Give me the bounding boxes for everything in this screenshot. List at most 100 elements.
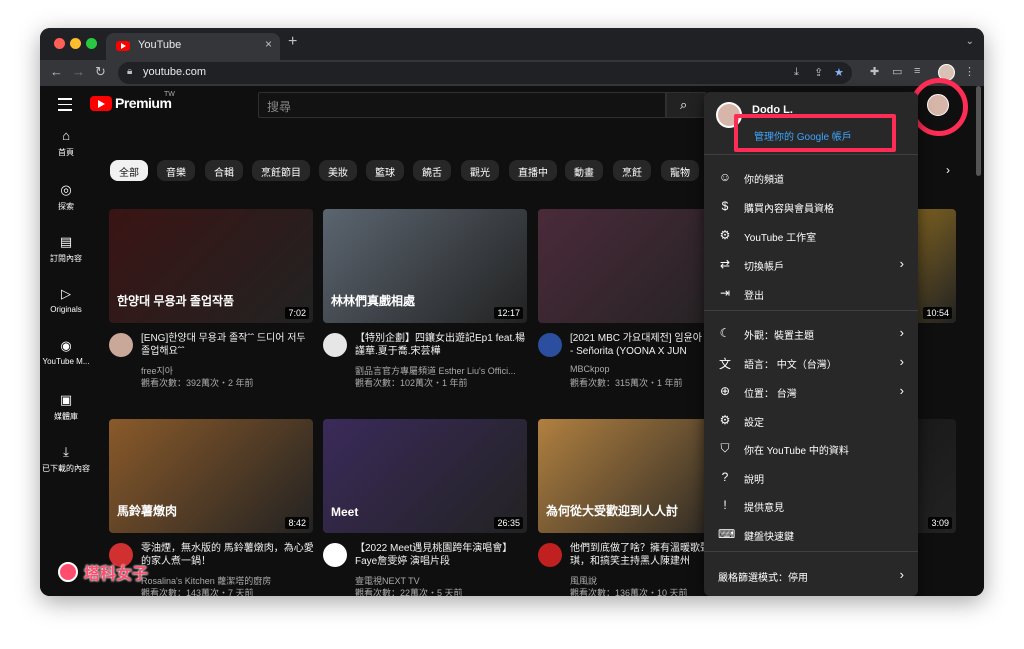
sidebar-item-label: YouTube M... [42, 357, 90, 366]
menu-item[interactable]: ⚙ 設定 [704, 407, 918, 435]
channel-avatar[interactable] [538, 333, 562, 357]
video-title[interactable]: 【特別企劃】四鑲女出遊記Ep1 feat.楊謹華.夏于喬.宋芸樺 [355, 332, 529, 358]
lock-icon[interactable]: 🔒︎ [127, 66, 132, 77]
chevron-right-icon: › [899, 567, 904, 582]
new-tab-button[interactable]: + [288, 33, 297, 51]
chip[interactable]: 動畫 [565, 160, 603, 181]
watermark-logo [58, 562, 78, 582]
close-tab-icon[interactable]: × [265, 37, 272, 51]
channel-avatar[interactable] [538, 543, 562, 567]
browser-menu-icon[interactable]: ⋮ [964, 65, 975, 78]
reading-list-icon[interactable]: ≡ [914, 65, 920, 77]
back-icon[interactable]: ← [50, 64, 63, 79]
sidebar-item[interactable]: ⤓ 已下載的內容 [40, 444, 92, 474]
bookmark-star-icon[interactable]: ★ [834, 66, 844, 79]
chip[interactable]: 觀光 [461, 160, 499, 181]
menu-item[interactable]: ⛉ 你在 YouTube 中的資料 [704, 435, 918, 463]
minimize-window-button[interactable] [70, 38, 81, 49]
chip[interactable]: 籃球 [366, 160, 404, 181]
chip[interactable]: 寵物 [661, 160, 699, 181]
menu-item[interactable]: 文 語言： 中文（台灣） › [704, 349, 918, 377]
chip[interactable]: 烹飪 [613, 160, 651, 181]
menu-icon[interactable] [58, 98, 72, 115]
chevron-right-icon: › [899, 383, 904, 398]
search-icon: ⌕ [680, 97, 688, 112]
channel-avatar[interactable] [323, 543, 347, 567]
menu-item-label: 購買內容與會員資格 [744, 204, 834, 215]
switch-account-icon: ⇄ [719, 257, 731, 271]
chip[interactable]: 合輯 [205, 160, 243, 181]
chip[interactable]: 音樂 [157, 160, 195, 181]
video-thumbnail[interactable]: 한양대 무용과 졸업작품 7:02 [109, 209, 313, 323]
tab-search-button[interactable]: ⌄ [966, 36, 974, 47]
video-title[interactable]: 【2022 Meet遇見桃園跨年演唱會】Faye詹雯婷 演唱片段 [355, 542, 529, 568]
menu-item[interactable]: ⇥ 登出 [704, 280, 918, 308]
account-menu: Dodo L. 管理你的 Google 帳戶 ☺ 你的頻道 $ 購買內容與會員資格 ⚙ Y… [704, 92, 918, 596]
manage-google-account-link[interactable]: 管理你的 Google 帳戶 [754, 128, 852, 143]
chevron-right-icon: › [899, 256, 904, 271]
menu-item[interactable]: ⇄ 切換帳戶 › [704, 251, 918, 279]
region-code: TW [164, 91, 175, 98]
browser-tab[interactable]: YouTube × [106, 33, 280, 60]
menu-item[interactable]: ⊕ 位置： 台灣 › [704, 378, 918, 406]
reload-icon[interactable]: ↻ [95, 64, 106, 80]
video-title[interactable]: 零油煙，無水版的 馬鈴薯燉肉，為心愛的家人煮一鍋！ [141, 542, 315, 568]
chevron-right-icon[interactable]: › [946, 163, 950, 177]
chip[interactable]: 烹飪節目 [252, 160, 310, 181]
channel-avatar[interactable] [323, 333, 347, 357]
chip[interactable]: 美妝 [319, 160, 357, 181]
menu-item[interactable]: ! 提供意見 [704, 492, 918, 520]
extensions-icon[interactable]: ✚ [870, 65, 879, 78]
youtube-logo-icon[interactable] [90, 96, 112, 111]
menu-item-label: 位置： 台灣 [744, 389, 797, 400]
cast-icon[interactable]: ▭ [892, 65, 902, 78]
video-meta: 觀看次數：143萬次・7 天前 [141, 588, 254, 596]
video-title[interactable]: [ENG]한양대 무용과 졸작ˆˆ 드디어 저두 졸업해요ˆˆ [141, 332, 315, 358]
sidebar-item-label: 媒體庫 [54, 412, 78, 421]
thumbnail-caption: 馬鈴薯燉肉 [117, 504, 178, 518]
maximize-window-button[interactable] [86, 38, 97, 49]
chip[interactable]: 全部 [110, 160, 148, 181]
video-duration: 7:02 [285, 307, 309, 319]
scrollbar[interactable] [976, 86, 981, 176]
menu-item[interactable]: ⌨ 鍵盤快速鍵 [704, 521, 918, 549]
search-button[interactable]: ⌕ [666, 92, 706, 118]
menu-item-label: YouTube 工作室 [744, 233, 817, 244]
sidebar-item-label: Originals [50, 305, 82, 314]
video-meta: 觀看次數：102萬次・1 年前 [355, 378, 468, 388]
channel-avatar[interactable] [109, 333, 133, 357]
video-thumbnail[interactable]: Meet 26:35 [323, 419, 527, 533]
sidebar-item[interactable]: ▤ 訂閱內容 [40, 234, 92, 264]
address-bar[interactable]: 🔒︎ youtube.com ⤓ ⇪ ★ [118, 62, 852, 84]
menu-item-label: 你的頻道 [744, 175, 784, 186]
channel-name[interactable]: MBCkpop [570, 364, 610, 374]
forward-icon[interactable]: → [72, 64, 85, 79]
sidebar-item[interactable]: ◉ YouTube M... [40, 338, 92, 366]
sidebar-item[interactable]: ◎ 探索 [40, 182, 92, 212]
menu-item[interactable]: ? 說明 [704, 464, 918, 492]
chip[interactable]: 饒舌 [413, 160, 451, 181]
chip[interactable]: 直播中 [509, 160, 557, 181]
url-text[interactable]: youtube.com [143, 66, 206, 78]
logo-text[interactable]: Premium [115, 95, 172, 111]
account-avatar[interactable] [927, 94, 949, 116]
help-icon: ? [721, 470, 729, 484]
compass-icon: ◎ [60, 182, 72, 197]
share-icon[interactable]: ⇪ [814, 66, 823, 79]
menu-item[interactable]: ⚙ YouTube 工作室 [704, 222, 918, 250]
video-thumbnail[interactable]: 馬鈴薯燉肉 8:42 [109, 419, 313, 533]
menu-item[interactable]: $ 購買內容與會員資格 [704, 193, 918, 221]
menu-item-label: 你在 YouTube 中的資料 [744, 446, 849, 457]
close-window-button[interactable] [54, 38, 65, 49]
sidebar-item-label: 已下載的內容 [42, 464, 90, 473]
menu-item[interactable]: 嚴格篩選模式：停用 › [704, 562, 918, 590]
menu-item-label: 嚴格篩選模式：停用 [718, 573, 808, 584]
sidebar-item[interactable]: ⌂ 首頁 [40, 128, 92, 158]
menu-item[interactable]: ☾ 外觀：裝置主題 › [704, 320, 918, 348]
install-icon[interactable]: ⤓ [794, 66, 799, 79]
search-input[interactable]: 搜尋 [258, 92, 666, 118]
sidebar-item[interactable]: ▣ 媒體庫 [40, 392, 92, 422]
menu-item[interactable]: ☺ 你的頻道 [704, 164, 918, 192]
sidebar-item[interactable]: ▷ Originals [40, 286, 92, 314]
video-thumbnail[interactable]: 林林們真戲相處 12:17 [323, 209, 527, 323]
